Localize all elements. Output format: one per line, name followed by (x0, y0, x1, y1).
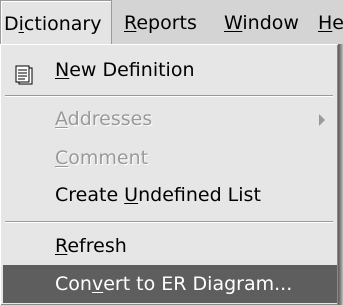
menu-item-label: Convert to ER Diagram... (55, 273, 293, 295)
menu-help[interactable]: He (318, 0, 343, 44)
menu-drop-shadow (338, 44, 343, 305)
menu-reports-label: Reports (124, 12, 197, 34)
menu-reports[interactable]: Reports (124, 0, 197, 44)
submenu-arrow-icon (319, 114, 325, 126)
menu-item-convert-to-er-diagram[interactable]: Convert to ER Diagram... (3, 265, 337, 303)
menu-dictionary-label: Dictionary (4, 13, 102, 35)
menu-item-label: Addresses (55, 108, 153, 130)
menu-separator (5, 221, 333, 223)
menu-item-refresh[interactable]: Refresh (1, 227, 337, 265)
menu-bar: Dictionary Reports Window He (0, 0, 343, 44)
menu-item-label: Comment (55, 147, 149, 169)
menu-item-label: Refresh (55, 235, 127, 257)
menu-item-create-undefined-list[interactable]: Create Undefined List (1, 176, 337, 214)
menu-item-new-definition[interactable]: New Definition (1, 51, 337, 89)
menu-separator (5, 95, 333, 97)
menu-help-label: He (318, 12, 343, 34)
menu-window-label: Window (224, 12, 299, 34)
dictionary-dropdown-menu: New Definition Addresses Comment Create … (0, 44, 338, 305)
menu-window[interactable]: Window (224, 0, 299, 44)
menu-dictionary[interactable]: Dictionary (0, 0, 112, 44)
menu-item-addresses[interactable]: Addresses (1, 100, 337, 138)
menu-item-label: Create Undefined List (55, 184, 261, 206)
menu-item-label: New Definition (55, 59, 195, 81)
menu-item-comment[interactable]: Comment (1, 139, 337, 177)
new-definition-icon (15, 60, 35, 85)
